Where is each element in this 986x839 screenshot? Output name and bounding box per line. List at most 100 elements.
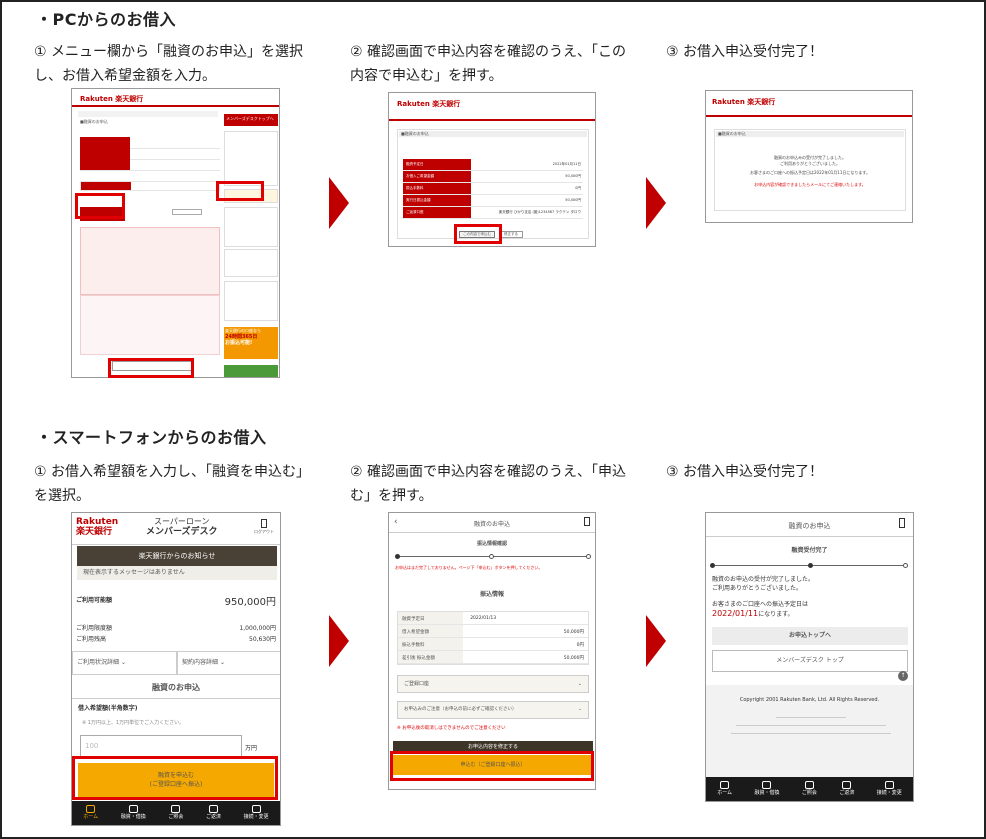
usage-detail-tab[interactable]: ご利用状況詳細 ⌄ xyxy=(72,651,177,675)
members-desk-button[interactable]: メンバーズデスクトップへ xyxy=(224,114,278,126)
sp2-row-label: 融資予定日 xyxy=(398,612,463,624)
sp2-row-value: 0円 xyxy=(576,643,584,648)
chevron-down-icon: ⌄ xyxy=(577,681,582,687)
pc1-banner[interactable]: 楽天銀行の口座なら 24時間365日 お振込可能! xyxy=(224,327,278,359)
rakuten-logo: Rakuten 楽天銀行 xyxy=(397,100,461,108)
pc2-table-row: 融資予定日 2022年01月11日 xyxy=(403,159,583,171)
members-desk-top-button[interactable]: メンバーズデスク トップ xyxy=(712,650,908,672)
contract-detail-tab[interactable]: 契約内容詳細 ⌄ xyxy=(177,651,280,675)
loan-section-title: 融資のお申込 xyxy=(72,677,280,699)
sp-step-1: ① お借入希望額を入力し、「融資を申込む」を選択。 xyxy=(34,464,310,504)
highlight-submit-pc1 xyxy=(108,358,194,378)
amount-note: ※ 1万円以上、1万円単位でご入力ください。 xyxy=(82,720,185,726)
rakuten-logo: Rakuten 楽天銀行 xyxy=(76,517,119,537)
sp-step-2: ② 確認画面で申込内容を確認のうえ、「申込む」を押す。 xyxy=(350,464,626,504)
pc2-row-value: 50,000円 xyxy=(565,198,581,202)
nav-item[interactable]: ご返済 xyxy=(839,781,854,797)
pc1-summary xyxy=(80,137,220,171)
pc1-menu-1 xyxy=(224,207,278,247)
rakuten-logo: Rakuten 楽天銀行 xyxy=(80,95,144,103)
nav-icon xyxy=(842,781,852,789)
revise-button[interactable]: 修正する xyxy=(499,231,523,238)
chevron-down-icon: ⌄ xyxy=(120,659,126,666)
pc1-menu-3 xyxy=(224,281,278,321)
pc2-table: 融資予定日 2022年01月11日お借入ご希望金額 50,000円 振込手数料 0円 実行… xyxy=(403,159,583,219)
sp2-row-label: 借入希望金額 xyxy=(398,625,463,637)
highlight-submit xyxy=(390,751,594,781)
sp3-date: 2022/01/11になります。 xyxy=(712,609,794,618)
nav-icon xyxy=(251,805,261,813)
pc2-row-label: 振込手数料 xyxy=(403,183,472,194)
sp2-warning: お申込はまだ完了しておりません。ページ下「申込む」ボタンを押してください。 xyxy=(395,565,543,570)
chevron-down-icon: ⌄ xyxy=(219,659,225,666)
sp2-section: 振込情報 xyxy=(479,591,504,598)
nav-label: ご照会 xyxy=(168,814,184,820)
pc2-row-value: 2022年01月11日 xyxy=(552,162,581,166)
pc1-amount-row xyxy=(80,181,220,191)
pc2-table-row: 振込手数料 0円 xyxy=(403,183,583,195)
sp3-message: 融資のお申込の受付が完了しました。 ご利用ありがとうございました。 xyxy=(712,576,815,592)
nav-item[interactable]: ホーム xyxy=(83,805,98,821)
sp2-table-row: 振込手数料 0円 xyxy=(398,638,588,651)
pc2-row-label: 実行日振込金額 xyxy=(403,195,472,206)
pc2-table-row: ご返済口座 楽天銀行 ひかり支店 (普)1234567 ラクテン タロウ xyxy=(403,207,583,219)
pc1-banner-2[interactable] xyxy=(224,365,278,377)
sp3-subtitle: 融資受付完了 xyxy=(791,547,828,554)
bottom-nav: ホーム 融資・借換 ご照会 ご返済 接続・変更 xyxy=(706,777,913,801)
pc1-amount-input[interactable] xyxy=(172,209,202,215)
nav-item[interactable]: ご照会 xyxy=(802,781,817,797)
nav-item[interactable]: ホーム xyxy=(717,781,732,797)
limit-label: ご利用限度額 xyxy=(76,625,113,632)
nav-item[interactable]: 接続・変更 xyxy=(244,805,269,821)
pc2-table-row: 実行日振込金額 50,000円 xyxy=(403,195,583,207)
progress-dot xyxy=(808,563,813,568)
scroll-top-icon[interactable]: ↑ xyxy=(898,671,908,681)
sp2-note: ※ お申込後の取消しはできませんのでご注意ください xyxy=(397,726,506,731)
pc2-table-row: お借入ご希望金額 50,000円 xyxy=(403,171,583,183)
sp2-row-value: 50,000円 xyxy=(563,630,584,635)
arrow-right-icon xyxy=(329,615,349,667)
nav-icon xyxy=(720,781,730,789)
nav-item[interactable]: 接続・変更 xyxy=(877,781,902,797)
sp2-row-label: 差引後 振込金額 xyxy=(398,651,463,663)
nav-label: ご返済 xyxy=(839,790,855,796)
highlight-loan-menu xyxy=(216,181,264,201)
nav-icon xyxy=(762,781,772,789)
sp-screenshot-3: 融資のお申込 融資受付完了 融資のお申込の受付が完了しました。 ご利用ありがとうご… xyxy=(705,512,914,802)
nav-item[interactable]: 融資・借換 xyxy=(121,805,146,821)
pc1-menu-2 xyxy=(224,249,278,277)
pc2-row-label: ご返済口座 xyxy=(403,207,472,218)
nav-label: 接続・変更 xyxy=(243,814,269,820)
notice-accordion[interactable]: お申込みのご注意（お申込の前に必ずご確認ください） ⌄ xyxy=(397,701,589,719)
footer-legal xyxy=(726,715,896,747)
nav-label: ご照会 xyxy=(801,790,817,796)
notice-title: 楽天銀行からのお知らせ xyxy=(77,546,277,566)
pc3-message: 融資のお申込みの受付が完了しました。 ご利用ありがとうございました。 お客さまの… xyxy=(750,155,870,187)
rakuten-logo: Rakuten 楽天銀行 xyxy=(712,98,776,106)
amount-input[interactable]: 100 xyxy=(80,735,242,757)
notice-text: 現在表示するメッセージはありません xyxy=(77,566,277,580)
pc-section-title: ・PCからのお借入 xyxy=(36,10,176,29)
pc2-row-label: 融資予定日 xyxy=(403,159,472,170)
nav-icon xyxy=(171,805,181,813)
pc1-notes-2 xyxy=(80,295,220,355)
pc1-heading: ■融資のお申込 xyxy=(80,119,108,124)
nav-item[interactable]: 融資・借換 xyxy=(754,781,779,797)
apply-top-button[interactable]: お申込トップへ xyxy=(712,627,908,645)
copyright: Copyright 2001 Rakuten Bank, Ltd. All Ri… xyxy=(739,697,880,703)
balance-value: 50,630円 xyxy=(249,636,276,643)
registered-account-accordion[interactable]: ご登録口座 ⌄ xyxy=(397,675,589,693)
nav-item[interactable]: ご返済 xyxy=(206,805,221,821)
sp2-table: 融資予定日 2022/01/13 借入希望金額 50,000円 振込手数料 0円 差引後 振… xyxy=(397,611,589,665)
sp2-row-label: 振込手数料 xyxy=(398,638,463,650)
available-label: ご利用可能額 xyxy=(76,597,113,604)
nav-item[interactable]: ご照会 xyxy=(168,805,183,821)
logout-icon[interactable] xyxy=(899,518,905,528)
service-name: スーパーローン メンバーズデスク xyxy=(146,517,218,537)
pc-step-2: ② 確認画面で申込内容を確認のうえ、「この内容で申込む」を押す。 xyxy=(350,44,626,84)
logout-button[interactable]: ログアウト xyxy=(254,519,274,535)
progress-dot xyxy=(395,554,400,559)
logout-icon[interactable] xyxy=(584,517,590,526)
sp3-title: 融資のお申込 xyxy=(788,522,831,530)
nav-label: 融資・借換 xyxy=(754,790,780,796)
